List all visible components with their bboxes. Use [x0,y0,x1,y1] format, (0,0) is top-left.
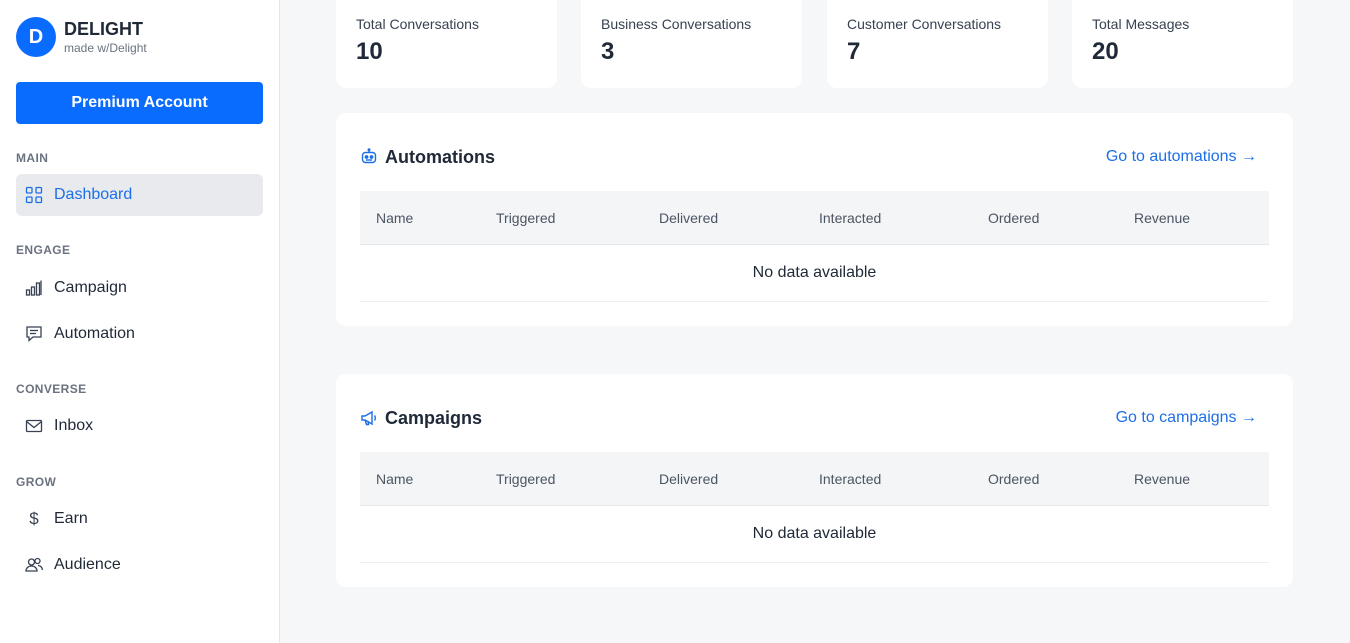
section-label-engage: ENGAGE [16,243,71,257]
brand-logo: D [16,17,56,57]
table-header: Name Triggered Delivered Interacted Orde… [360,452,1269,506]
table-header: Name Triggered Delivered Interacted Orde… [360,191,1269,245]
sidebar-item-label: Dashboard [54,186,133,203]
automations-title: Automations [385,146,495,167]
column-header[interactable]: Revenue [1134,210,1190,226]
sidebar-item-inbox[interactable]: Inbox [16,405,263,447]
sidebar-item-audience[interactable]: Audience [16,544,263,586]
column-header[interactable]: Triggered [496,210,555,226]
column-header[interactable]: Name [376,210,413,226]
brand[interactable]: D DELIGHT made w/Delight [16,17,147,57]
campaigns-title: Campaigns [385,407,483,428]
brand-name: DELIGHT [64,19,143,39]
campaigns-table: Name Triggered Delivered Interacted Orde… [360,452,1269,563]
message-square-icon [24,324,44,344]
automations-table: Name Triggered Delivered Interacted Orde… [360,191,1269,302]
stat-value: 3 [601,38,615,65]
section-label-converse: CONVERSE [16,382,87,396]
column-header[interactable]: Name [376,471,413,487]
brand-subtitle: made w/Delight [64,41,147,55]
stat-value: 10 [356,38,383,65]
sidebar-item-label: Automation [54,325,135,342]
stat-label: Customer Conversations [847,16,1002,32]
sidebar-item-label: Campaign [54,279,127,296]
campaigns-panel: Campaigns Go to campaigns → Name Trigger… [336,374,1293,587]
go-to-campaigns-link[interactable]: Go to campaigns → [1116,409,1257,427]
column-header[interactable]: Delivered [659,210,718,226]
stat-value: 20 [1092,38,1119,65]
column-header[interactable]: Ordered [988,210,1039,226]
dollar-icon: $ [29,509,39,528]
grid-icon [24,185,44,205]
automations-panel: Automations Go to automations → Name Tri… [336,113,1293,326]
empty-row: No data available [360,245,1269,302]
empty-row: No data available [360,506,1269,563]
section-label-grow: GROW [16,475,57,489]
sidebar-item-label: Audience [54,556,121,573]
stat-card-total-messages: Total Messages 20 [1072,0,1293,88]
stat-card-business-conversations: Business Conversations 3 [581,0,802,88]
stat-value: 7 [847,38,861,65]
premium-account-button[interactable]: Premium Account [16,82,263,124]
envelope-icon [24,416,44,436]
column-header[interactable]: Interacted [819,471,881,487]
column-header[interactable]: Delivered [659,471,718,487]
stat-label: Business Conversations [601,16,752,32]
sidebar-item-automation[interactable]: Automation [16,313,263,355]
column-header[interactable]: Revenue [1134,471,1190,487]
section-label-main: MAIN [16,151,49,165]
stat-card-total-conversations: Total Conversations 10 [336,0,557,88]
column-header[interactable]: Ordered [988,471,1039,487]
robot-icon [360,148,378,166]
sidebar-item-campaign[interactable]: Campaign [16,267,263,309]
sidebar-item-earn[interactable]: $ Earn [16,498,263,540]
column-header[interactable]: Interacted [819,210,881,226]
sidebar-item-label: Inbox [54,417,94,434]
go-to-automations-link[interactable]: Go to automations → [1106,148,1257,166]
sidebar: D DELIGHT made w/Delight Premium Account… [0,0,280,643]
column-header[interactable]: Triggered [496,471,555,487]
stat-card-customer-conversations: Customer Conversations 7 [827,0,1048,88]
stat-label: Total Conversations [356,16,479,32]
sidebar-item-dashboard[interactable]: Dashboard [16,174,263,216]
bar-chart-icon [24,278,44,298]
sidebar-item-label: Earn [54,510,88,527]
users-icon [24,555,44,575]
stat-label: Total Messages [1092,16,1190,32]
megaphone-icon [360,409,378,427]
